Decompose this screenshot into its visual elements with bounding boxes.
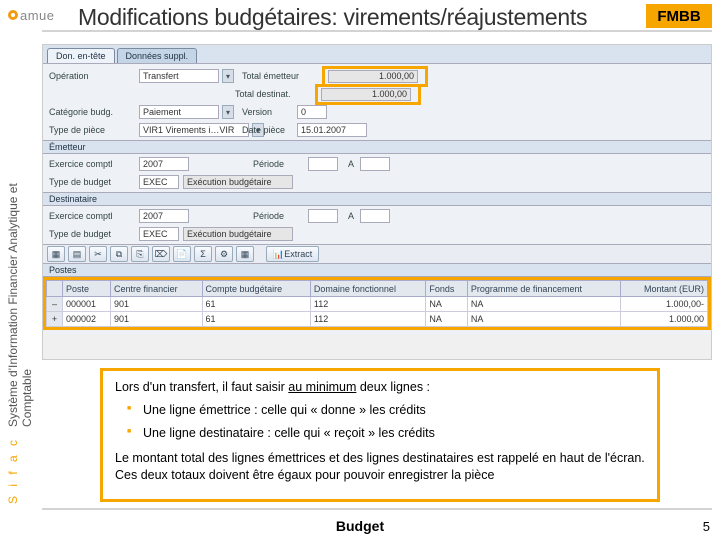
highlight-totals-dest: 1.000,00 xyxy=(315,84,421,105)
field-doc-date[interactable]: 15.01.2007 xyxy=(297,123,367,137)
toolbar-button-icon[interactable]: 📄 xyxy=(173,246,191,262)
label-operation: Opération xyxy=(49,71,139,81)
row-sign: + xyxy=(47,312,63,327)
label-budget-type-e: Type de budget xyxy=(49,177,139,187)
dropdown-icon[interactable]: ▾ xyxy=(222,69,234,83)
toolbar-button-icon[interactable]: ▦ xyxy=(236,246,254,262)
footer-separator xyxy=(42,508,712,510)
field-budget-cat[interactable]: Paiement xyxy=(139,105,219,119)
col-fonds: Fonds xyxy=(426,281,468,297)
vertical-label: S i f a c Système d'Information Financie… xyxy=(6,84,34,504)
field-period-d[interactable] xyxy=(308,209,338,223)
col-poste: Poste xyxy=(63,281,111,297)
field-fiscal-year-e[interactable]: 2007 xyxy=(139,157,189,171)
field-period-to-d[interactable] xyxy=(360,209,390,223)
note-intro: Lors d'un transfert, il faut saisir au m… xyxy=(115,379,645,396)
field-doc-type[interactable]: VIR1 Virements i…VIR xyxy=(139,123,249,137)
label-budget-type-d: Type de budget xyxy=(49,229,139,239)
toolbar-button-icon[interactable]: ⎘ xyxy=(131,246,149,262)
toolbar-button-icon[interactable]: ▤ xyxy=(68,246,86,262)
page-number: 5 xyxy=(703,519,710,534)
dropdown-icon[interactable]: ▾ xyxy=(222,105,234,119)
section-emetteur: Émetteur xyxy=(43,140,711,154)
logo-dot-icon xyxy=(8,10,18,20)
toolbar-button-icon[interactable]: Σ xyxy=(194,246,212,262)
transaction-code-badge: FMBB xyxy=(646,4,712,28)
brand-logo: amue xyxy=(8,6,66,24)
toolbar-extract-button[interactable]: 📊 Extract xyxy=(266,246,319,262)
field-total-dest: 1.000,00 xyxy=(321,88,411,101)
field-period-to-e[interactable] xyxy=(360,157,390,171)
highlight-grid: Poste Centre financier Compte budgétaire… xyxy=(43,277,711,330)
sifac-subtitle-1: Système d'Information Financier Analytiq… xyxy=(6,183,20,427)
col-centre-financier: Centre financier xyxy=(111,281,202,297)
sap-tabstrip: Don. en-tête Données suppl. xyxy=(43,45,711,63)
note-bullet-destinataire: Une ligne destinataire : celle qui « reç… xyxy=(127,425,645,442)
label-to-d: A xyxy=(348,211,360,221)
title-underline xyxy=(42,30,712,32)
col-domaine-fonctionnel: Domaine fonctionnel xyxy=(310,281,426,297)
grid-title: Postes xyxy=(43,264,711,277)
col-montant: Montant (EUR) xyxy=(621,281,708,297)
table-row[interactable]: + 000002 901 61 112 NA NA 1.000,00 xyxy=(47,312,708,327)
field-version[interactable]: 0 xyxy=(297,105,327,119)
label-budget-cat: Catégorie budg. xyxy=(49,107,139,117)
sifac-subtitle-2: Comptable xyxy=(20,369,34,427)
tab-additional-data[interactable]: Données suppl. xyxy=(117,48,198,63)
col-select xyxy=(47,281,63,297)
row-sign: – xyxy=(47,297,63,312)
col-programme: Programme de financement xyxy=(467,281,620,297)
label-doc-date: Date pièce xyxy=(242,125,297,135)
field-budget-type-d-desc: Exécution budgétaire xyxy=(183,227,293,241)
line-items-table: Poste Centre financier Compte budgétaire… xyxy=(46,280,708,327)
field-budget-type-e[interactable]: EXEC xyxy=(139,175,179,189)
field-budget-type-e-desc: Exécution budgétaire xyxy=(183,175,293,189)
grid-toolbar: ▦ ▤ ✂ ⧉ ⎘ ⌦ 📄 Σ ⚙ ▦ 📊 Extract xyxy=(43,244,711,264)
field-period-e[interactable] xyxy=(308,157,338,171)
footer-title: Budget xyxy=(0,518,720,534)
table-row[interactable]: – 000001 901 61 112 NA NA 1.000,00- xyxy=(47,297,708,312)
sap-screenshot: Don. en-tête Données suppl. Opération Tr… xyxy=(42,44,712,360)
toolbar-button-icon[interactable]: ▦ xyxy=(47,246,65,262)
toolbar-button-icon[interactable]: ✂ xyxy=(89,246,107,262)
logo-text: amue xyxy=(20,8,55,23)
col-compte-budgetaire: Compte budgétaire xyxy=(202,281,310,297)
field-fiscal-year-d[interactable]: 2007 xyxy=(139,209,189,223)
toolbar-button-icon[interactable]: ⚙ xyxy=(215,246,233,262)
section-destinataire: Destinataire xyxy=(43,192,711,206)
label-period-e: Période xyxy=(253,159,308,169)
field-budget-type-d[interactable]: EXEC xyxy=(139,227,179,241)
field-operation[interactable]: Transfert xyxy=(139,69,219,83)
toolbar-button-icon[interactable]: ⌦ xyxy=(152,246,170,262)
label-to-e: A xyxy=(348,159,360,169)
toolbar-button-icon[interactable]: ⧉ xyxy=(110,246,128,262)
label-period-d: Période xyxy=(253,211,308,221)
label-version: Version xyxy=(242,107,297,117)
sifac-brand: S i f a c xyxy=(6,437,20,504)
label-total-emetteur: Total émetteur xyxy=(242,71,322,81)
label-doc-type: Type de pièce xyxy=(49,125,139,135)
note-bullet-emettrice: Une ligne émettrice : celle qui « donne … xyxy=(127,402,645,419)
tab-header-data[interactable]: Don. en-tête xyxy=(47,48,115,63)
field-total-emetteur: 1.000,00 xyxy=(328,70,418,83)
label-fiscal-year-e: Exercice comptl xyxy=(49,159,139,169)
slide-title: Modifications budgétaires: virements/réa… xyxy=(78,4,587,31)
instruction-note: Lors d'un transfert, il faut saisir au m… xyxy=(100,368,660,502)
label-fiscal-year-d: Exercice comptl xyxy=(49,211,139,221)
label-total-dest: Total destinat. xyxy=(235,89,315,99)
note-summary: Le montant total des lignes émettrices e… xyxy=(115,450,645,484)
